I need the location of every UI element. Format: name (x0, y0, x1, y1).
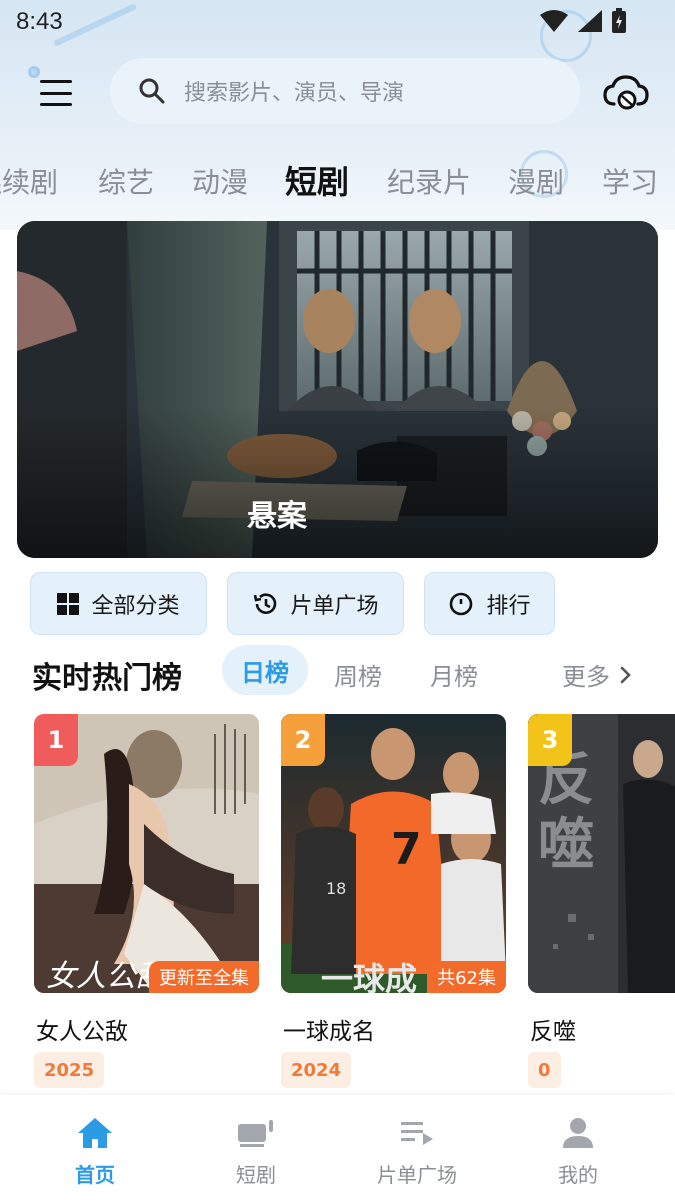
nav-playlist[interactable]: 片单广场 (333, 1095, 501, 1200)
nav-short-drama-label: 短剧 (236, 1163, 276, 1187)
tab-short-drama[interactable]: 短剧 (285, 157, 349, 203)
card-title: 一球成名 (283, 1019, 375, 1045)
section-title: 实时热门榜 (32, 661, 182, 696)
svg-text:18: 18 (326, 879, 346, 898)
episode-tag: 共62集 (427, 961, 506, 993)
tab-daily[interactable]: 日榜 (222, 645, 308, 695)
rank-card[interactable]: 反 噬 3 反噬 0 (528, 714, 675, 1088)
more-label: 更多 (562, 663, 610, 691)
battery-icon (612, 8, 626, 33)
playlist-square-label: 片单广场 (290, 593, 379, 619)
card-title: 反噬 (530, 1019, 576, 1045)
banner-title: 悬案 (247, 499, 307, 534)
card-title: 女人公敌 (36, 1019, 128, 1045)
hot-rank-header: 实时热门榜 日榜 周榜 月榜 更多 (0, 645, 675, 697)
ranking-label: 排行 (486, 593, 531, 619)
year-badge: 2025 (34, 1052, 105, 1088)
nav-home[interactable]: 首页 (11, 1095, 179, 1200)
cloud-sync-icon[interactable] (602, 72, 650, 112)
history-icon (254, 592, 277, 614)
circle-icon (450, 592, 473, 615)
nav-mine-label: 我的 (558, 1163, 598, 1187)
menu-icon[interactable] (36, 76, 76, 110)
poster: 女人公敌 1 更新至全集 (34, 714, 259, 993)
rank-number-badge: 3 (528, 714, 572, 766)
svg-text:一球成: 一球成 (321, 960, 417, 993)
svg-text:噬: 噬 (538, 812, 594, 878)
short-drama-icon (236, 1115, 276, 1151)
rank-card[interactable]: 女人公敌 1 更新至全集 女人公敌 2025 (34, 714, 259, 1088)
tab-variety[interactable]: 综艺 (98, 161, 154, 201)
tab-monthly[interactable]: 月榜 (430, 657, 478, 692)
bottom-navigation: 首页 短剧 片单广场 我的 (0, 1095, 675, 1200)
wifi-icon (540, 10, 568, 32)
svg-text:7: 7 (391, 824, 422, 875)
rank-number-badge: 1 (34, 714, 78, 766)
tab-study[interactable]: 学习 (602, 161, 658, 201)
ranking-button[interactable]: 排行 (424, 572, 555, 635)
category-tabs: 连续剧 综艺 动漫 短剧 纪录片 漫剧 学习 (0, 155, 675, 209)
grid-icon (57, 592, 80, 615)
all-categories-button[interactable]: 全部分类 (30, 572, 207, 635)
tab-weekly[interactable]: 周榜 (334, 657, 382, 692)
poster: 7 18 一球成 2 共62集 (281, 714, 506, 993)
playlist-square-button[interactable]: 片单广场 (227, 572, 404, 635)
banner-image (17, 221, 658, 558)
status-time: 8:43 (16, 8, 63, 35)
chevron-right-icon (620, 666, 631, 683)
search-input[interactable]: 搜索影片、演员、导演 (110, 58, 580, 124)
poster: 反 噬 3 (528, 714, 675, 993)
rank-card[interactable]: 7 18 一球成 2 共62集 一球成名 2024 (281, 714, 506, 1088)
year-badge: 0 (528, 1052, 561, 1088)
nav-mine[interactable]: 我的 (494, 1095, 662, 1200)
signal-icon (578, 10, 602, 32)
year-badge: 2024 (281, 1052, 352, 1088)
status-icons (539, 8, 627, 34)
rank-number-badge: 2 (281, 714, 325, 766)
tab-documentary[interactable]: 纪录片 (387, 161, 471, 201)
more-link[interactable]: 更多 (562, 657, 632, 692)
featured-banner[interactable]: 悬案 (17, 221, 658, 558)
nav-short-drama[interactable]: 短剧 (172, 1095, 340, 1200)
tab-anime[interactable]: 动漫 (192, 161, 248, 201)
nav-home-label: 首页 (75, 1163, 115, 1187)
tab-comic-drama[interactable]: 漫剧 (508, 161, 564, 201)
episode-tag: 更新至全集 (149, 961, 259, 993)
tab-series[interactable]: 连续剧 (0, 161, 58, 201)
playlist-icon (397, 1115, 437, 1151)
user-icon (558, 1115, 598, 1151)
home-icon (75, 1115, 115, 1151)
app-header: 搜索影片、演员、导演 (0, 58, 675, 128)
search-placeholder: 搜索影片、演员、导演 (184, 81, 405, 106)
search-icon (139, 78, 165, 104)
all-categories-label: 全部分类 (91, 593, 180, 619)
status-bar: 8:43 (0, 0, 675, 46)
nav-playlist-label: 片单广场 (377, 1163, 457, 1187)
